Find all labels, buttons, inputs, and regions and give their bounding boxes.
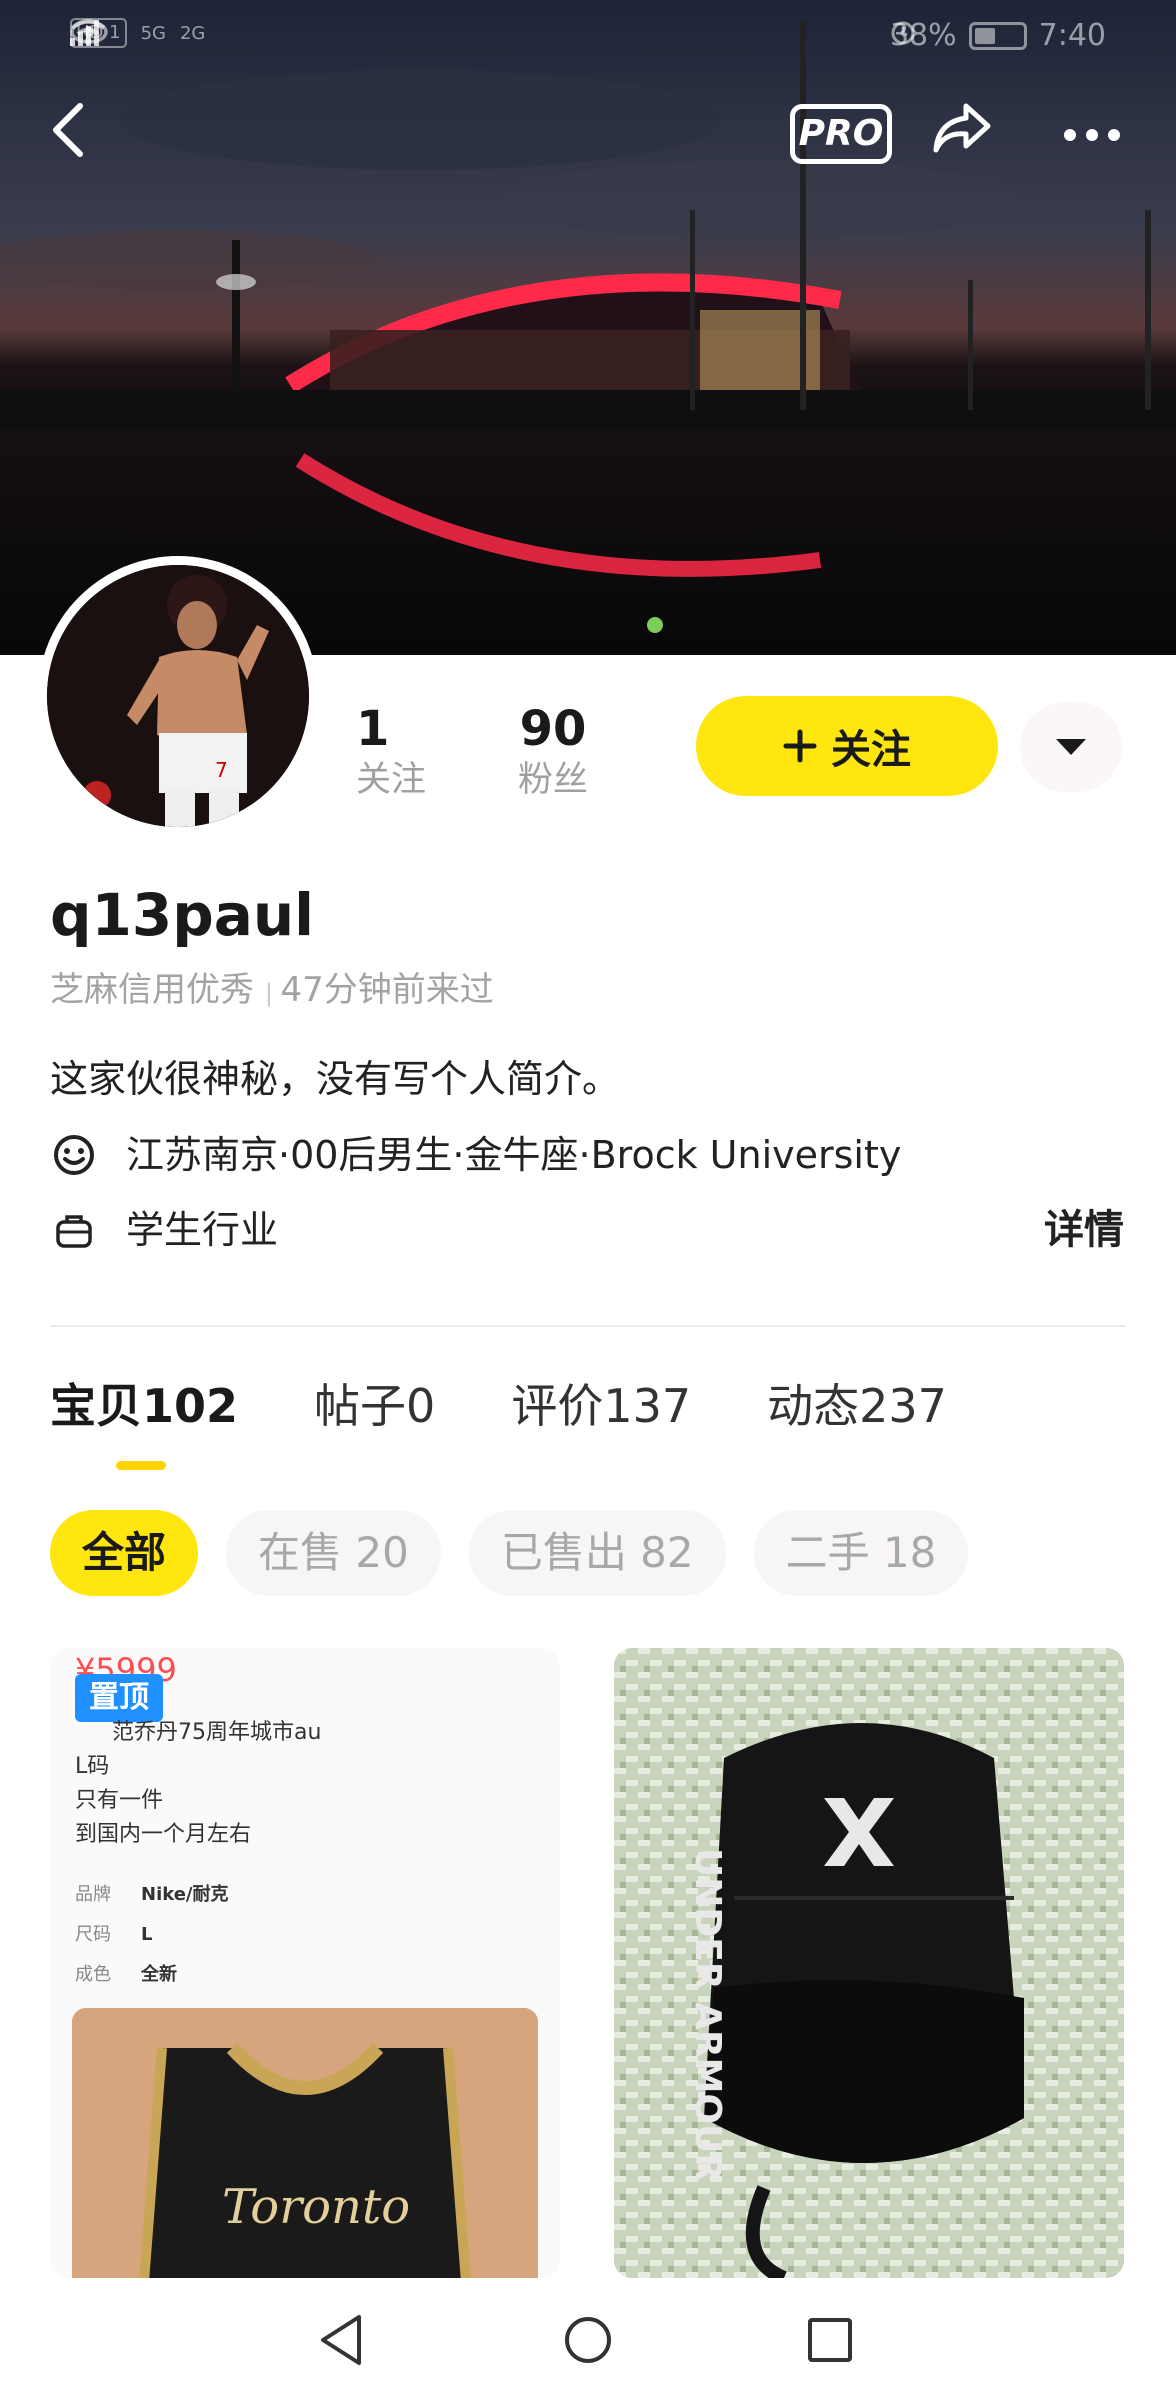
user-tags: 江苏南京·00后男生·金牛座·Brock University [126, 1133, 902, 1177]
signal-2g-icon: 2G [179, 22, 206, 44]
industry-row: 学生行业 [50, 1205, 278, 1255]
briefcase-icon [50, 1206, 98, 1254]
industry: 学生行业 [126, 1208, 279, 1252]
product-card[interactable]: ¥5999 置顶 范乔丹75周年城市au L码 只有一件 到国内一个月左右 品牌… [50, 1648, 560, 2278]
follow-button[interactable]: 关注 [696, 696, 998, 796]
filter-on-sale[interactable]: 在售 20 [226, 1510, 441, 1596]
profile-page: HD 1 5G 2G 38% 7:40 PRO [0, 0, 1176, 2400]
more-dot [1086, 129, 1098, 141]
tab-count: 237 [859, 1379, 947, 1433]
share-button[interactable] [930, 100, 1004, 170]
spec-label: 品牌 [75, 1884, 111, 1905]
spec-value: 全新 [141, 1964, 177, 1985]
followers-label: 粉丝 [518, 760, 589, 800]
filter-sold[interactable]: 已售出 82 [468, 1510, 726, 1596]
pinned-badge: 置顶 [75, 1674, 163, 1722]
more-dot [1108, 129, 1120, 141]
nav-recents-button[interactable] [800, 2310, 860, 2370]
smile-face-icon [50, 1131, 98, 1179]
bio: 这家伙很神秘，没有写个人简介。 [50, 1057, 621, 1101]
tab-count: 137 [603, 1379, 692, 1433]
jersey-text: Toronto [222, 2179, 410, 2235]
square-recents-icon [808, 2318, 852, 2362]
system-navigation-bar [0, 2278, 1176, 2400]
spec-brand: 品牌 Nike/耐克 [75, 1880, 229, 1910]
avatar[interactable]: 7 [38, 556, 318, 836]
signal-5g-icon: 5G [140, 22, 166, 44]
clock: 7:40 [1038, 18, 1106, 53]
footballer-photo: 7 [47, 565, 309, 827]
credit-rating: 芝麻信用优秀 [50, 970, 254, 1010]
more-dots-icon [1064, 129, 1076, 141]
last-seen: 47分钟前来过 [280, 970, 494, 1010]
following-label: 关注 [356, 760, 427, 800]
tab-count: 0 [406, 1379, 436, 1433]
username: q13paul [50, 881, 315, 949]
followers-stat[interactable]: 90 粉丝 [518, 700, 588, 802]
followers-count: 90 [519, 701, 587, 757]
alarm-icon [891, 21, 915, 45]
avatar-photo: 7 [47, 565, 309, 827]
more-options-dropdown[interactable] [1020, 702, 1122, 792]
tab-posts[interactable]: 帖子0 [314, 1378, 435, 1434]
content-tabs: 宝贝102 帖子0 评价137 动态237 [50, 1378, 947, 1434]
filter-chips: 全部 在售 20 已售出 82 二手 18 [50, 1510, 969, 1596]
status-bar: HD 1 5G 2G 38% 7:40 [0, 0, 1176, 70]
backpack-photo: UNDER ARMOUR [614, 1648, 1124, 2278]
circle-home-icon [565, 2317, 611, 2363]
spec-size: 尺码 L [75, 1920, 152, 1950]
chevron-left-icon [53, 103, 83, 157]
filter-all[interactable]: 全部 [50, 1510, 199, 1596]
spec-condition: 成色 全新 [75, 1960, 177, 1990]
eye-icon [70, 20, 108, 44]
triangle-back-icon [321, 2315, 361, 2365]
tab-label: 评价 [511, 1379, 604, 1433]
meta-separator: | [264, 979, 281, 1007]
user-meta: 芝麻信用优秀 | 47分钟前来过 [50, 968, 494, 1015]
svg-text:7: 7 [215, 758, 228, 782]
caret-down-icon [1056, 739, 1086, 755]
active-tab-indicator [116, 1461, 166, 1470]
nav-home-button[interactable] [558, 2310, 618, 2370]
following-stat[interactable]: 1 关注 [356, 700, 426, 802]
card-line: 范乔丹75周年城市au [112, 1720, 322, 1745]
tab-count: 102 [142, 1379, 239, 1433]
spec-value: Nike/耐克 [141, 1884, 229, 1905]
tab-reviews[interactable]: 评价137 [511, 1378, 691, 1434]
follow-button-label: 关注 [831, 727, 911, 773]
tab-label: 宝贝 [50, 1379, 142, 1433]
nav-back-button[interactable] [312, 2310, 372, 2370]
back-button[interactable] [48, 100, 118, 170]
details-link[interactable]: 详情 [1044, 1205, 1124, 1255]
spec-label: 成色 [75, 1964, 111, 1985]
share-icon [933, 103, 991, 153]
user-tags-row: 江苏南京·00后男生·金牛座·Brock University [50, 1130, 901, 1180]
following-count: 1 [356, 701, 390, 757]
tab-activity[interactable]: 动态237 [767, 1378, 947, 1434]
spec-value: L [141, 1924, 153, 1945]
card-line: 到国内一个月左右 [75, 1822, 252, 1847]
spec-label: 尺码 [75, 1924, 111, 1945]
battery-icon [968, 21, 1027, 50]
divider [50, 1325, 1126, 1327]
tab-label: 帖子 [314, 1379, 407, 1433]
product-card[interactable]: UNDER ARMOUR [614, 1648, 1124, 2278]
card-line: 只有一件 [75, 1788, 164, 1813]
pro-badge[interactable]: PRO [790, 104, 892, 164]
jersey-photo: Toronto [72, 2008, 538, 2278]
filter-secondhand[interactable]: 二手 18 [753, 1510, 969, 1596]
more-button[interactable] [1055, 100, 1129, 170]
backpack-brand-text: UNDER ARMOUR [687, 1848, 728, 2181]
tab-items[interactable]: 宝贝102 [50, 1378, 238, 1434]
tab-label: 动态 [767, 1379, 860, 1433]
card-line: L码 [75, 1754, 110, 1779]
plus-icon [783, 729, 817, 763]
